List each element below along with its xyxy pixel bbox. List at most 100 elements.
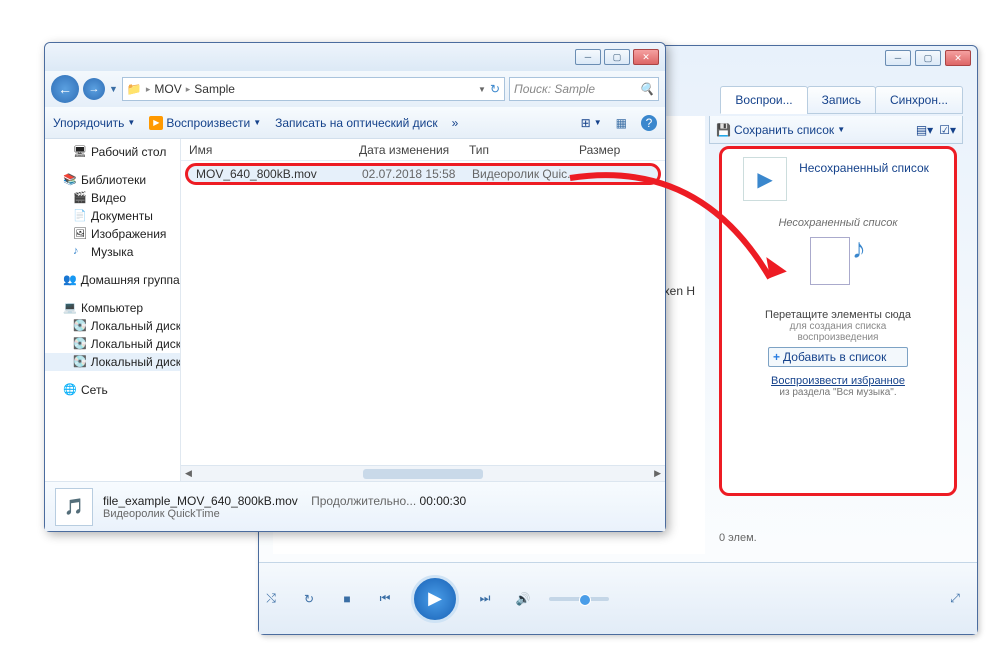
scroll-right-icon[interactable]: ▶ <box>654 468 661 479</box>
preview-pane-button[interactable]: ▦ <box>616 116 627 130</box>
breadcrumb-seg2[interactable]: Sample <box>194 82 235 96</box>
refresh-button[interactable]: ↻ <box>490 82 500 96</box>
add-to-list-button[interactable]: + Добавить в список <box>768 347 908 367</box>
breadcrumb-seg1[interactable]: MOV <box>154 82 181 96</box>
tree-label: Библиотеки <box>81 173 146 187</box>
explorer-titlebar: ─ ▢ ✕ <box>45 43 665 71</box>
play-icon: ▶ <box>149 116 163 130</box>
help-button[interactable]: ? <box>641 115 657 131</box>
clear-button[interactable]: ▤▾ <box>916 123 933 137</box>
tree-homegroup[interactable]: 👥Домашняя группа <box>45 271 180 289</box>
status-filetype: Видеоролик QuickTime <box>103 508 466 520</box>
file-list: Имя Дата изменения Тип Размер MOV_640_80… <box>181 139 665 481</box>
play-button[interactable]: ▶ <box>411 575 459 623</box>
plus-icon: + <box>773 350 780 364</box>
options-icon: ☑▾ <box>939 123 956 137</box>
explorer-body: 🖥 Рабочий стол 📚 Библиотеки 🎬Видео 📄 Докуме… <box>45 139 665 481</box>
shuffle-button[interactable]: ⤭ <box>259 587 283 611</box>
view-button[interactable]: ⊞ ▼ <box>581 116 602 130</box>
prev-button[interactable]: ⏮ <box>373 587 397 611</box>
close-button[interactable]: ✕ <box>633 49 659 65</box>
tab-play[interactable]: Воспрои... <box>720 86 807 114</box>
options-button[interactable]: ☑▾ <box>939 123 956 137</box>
tree-documents[interactable]: 📄 Документы <box>45 207 180 225</box>
col-date[interactable]: Дата изменения <box>351 143 461 157</box>
drive-icon: 💽 <box>73 355 87 369</box>
tree-label: Домашняя группа <box>81 273 180 287</box>
play-menu[interactable]: ▶Воспроизвести ▼ <box>149 116 261 130</box>
close-button[interactable]: ✕ <box>945 50 971 66</box>
forward-button[interactable]: → <box>83 78 105 100</box>
save-list-button[interactable]: 💾 Сохранить список ▼ <box>716 123 845 137</box>
playlist-file-icon: ▶ <box>743 157 787 201</box>
explorer-window: ─ ▢ ✕ ← → ▼ 📁 ▸ MOV ▸ Sample ▼ ↻ Поиск: … <box>44 42 666 532</box>
playlist-dropzone[interactable]: ▶ Несохраненный список Несохраненный спи… <box>719 146 957 496</box>
tree-video[interactable]: 🎬Видео <box>45 189 180 207</box>
status-bar: 🎵 file_example_MOV_640_800kB.mov Продолж… <box>45 481 665 531</box>
more-button[interactable]: » <box>452 116 459 130</box>
drive-icon: 💽 <box>73 319 87 333</box>
minimize-button[interactable]: ─ <box>885 50 911 66</box>
next-button[interactable]: ⏭ <box>473 587 497 611</box>
column-headers: Имя Дата изменения Тип Размер <box>181 139 665 161</box>
back-button[interactable]: ← <box>51 75 79 103</box>
tree-music[interactable]: ♪Музыка <box>45 243 180 261</box>
tree-computer[interactable]: 💻Компьютер <box>45 299 180 317</box>
save-list-label: Сохранить список <box>734 123 834 137</box>
organize-menu[interactable]: Упорядочить ▼ <box>53 116 135 130</box>
library-icon: 📚 <box>63 173 77 187</box>
drop-message: Перетащите элементы сюда <box>730 309 946 321</box>
tree-libraries[interactable]: 📚 Библиотеки <box>45 171 180 189</box>
status-filename: file_example_MOV_640_800kB.mov <box>103 494 298 508</box>
scrollbar-thumb[interactable] <box>363 469 483 479</box>
file-name: MOV_640_800kB.mov <box>188 167 354 181</box>
tree-drive[interactable]: 💽Локальный диск <box>45 335 180 353</box>
maximize-button[interactable]: ▢ <box>604 49 630 65</box>
col-size[interactable]: Размер <box>571 143 628 157</box>
chevron-down-icon[interactable]: ▼ <box>478 85 486 94</box>
tab-sync[interactable]: Синхрон... <box>875 86 963 114</box>
scroll-left-icon[interactable]: ◀ <box>185 468 192 479</box>
file-row[interactable]: MOV_640_800kB.mov 02.07.2018 15:58 Видео… <box>185 163 661 185</box>
mute-button[interactable]: 🔊 <box>511 587 535 611</box>
play-label: Воспроизвести <box>166 116 250 130</box>
tab-record[interactable]: Запись <box>807 86 876 114</box>
drop-hint1: для создания списка <box>730 321 946 332</box>
tree-images[interactable]: 🖼Изображения <box>45 225 180 243</box>
burn-button[interactable]: Записать на оптический диск <box>275 116 438 130</box>
breadcrumb-sep: ▸ <box>146 84 151 95</box>
horizontal-scrollbar[interactable]: ◀ ▶ <box>181 465 665 481</box>
tree-desktop[interactable]: 🖥 Рабочий стол <box>45 143 180 161</box>
explorer-nav: ← → ▼ 📁 ▸ MOV ▸ Sample ▼ ↻ Поиск: Sample… <box>45 71 665 107</box>
col-name[interactable]: Имя <box>181 143 351 157</box>
desktop-icon: 🖥 <box>73 145 87 159</box>
computer-icon: 💻 <box>63 301 77 315</box>
volume-slider[interactable] <box>549 597 609 601</box>
tree-label: Рабочий стол <box>91 145 166 159</box>
tree-label: Изображения <box>91 227 166 241</box>
chevron-down-icon[interactable]: ▼ <box>109 84 118 94</box>
tree-label: Документы <box>91 209 153 223</box>
repeat-button[interactable]: ↻ <box>297 587 321 611</box>
wmp-toolbar: 💾 Сохранить список ▼ ▤▾ ☑▾ <box>709 116 963 144</box>
tree-label: Сеть <box>81 383 108 397</box>
minimize-button[interactable]: ─ <box>575 49 601 65</box>
drop-icon: ♪ <box>810 233 866 289</box>
tree-network[interactable]: 🌐Сеть <box>45 381 180 399</box>
status-text: file_example_MOV_640_800kB.mov Продолжит… <box>103 494 466 520</box>
maximize-button[interactable]: ▢ <box>915 50 941 66</box>
play-favorites-link[interactable]: Воспроизвести избранное <box>730 375 946 387</box>
col-type[interactable]: Тип <box>461 143 571 157</box>
fullscreen-button[interactable]: ⤢ <box>943 587 967 611</box>
music-icon: ♪ <box>73 245 87 259</box>
document-icon: 📄 <box>73 209 87 223</box>
stop-button[interactable]: ■ <box>335 587 359 611</box>
file-large-icon: 🎵 <box>55 488 93 526</box>
playback-controls: ⤭ ↻ ■ ⏮ ▶ ⏭ 🔊 ⤢ <box>259 562 977 634</box>
search-input[interactable]: Поиск: Sample 🔍 <box>509 77 659 101</box>
wmp-tabs: Воспрои... Запись Синхрон... <box>721 86 963 114</box>
tree-label: Видео <box>91 191 126 205</box>
tree-drive[interactable]: 💽Локальный диск <box>45 353 180 371</box>
tree-drive[interactable]: 💽Локальный диск <box>45 317 180 335</box>
address-bar[interactable]: 📁 ▸ MOV ▸ Sample ▼ ↻ <box>122 77 505 101</box>
